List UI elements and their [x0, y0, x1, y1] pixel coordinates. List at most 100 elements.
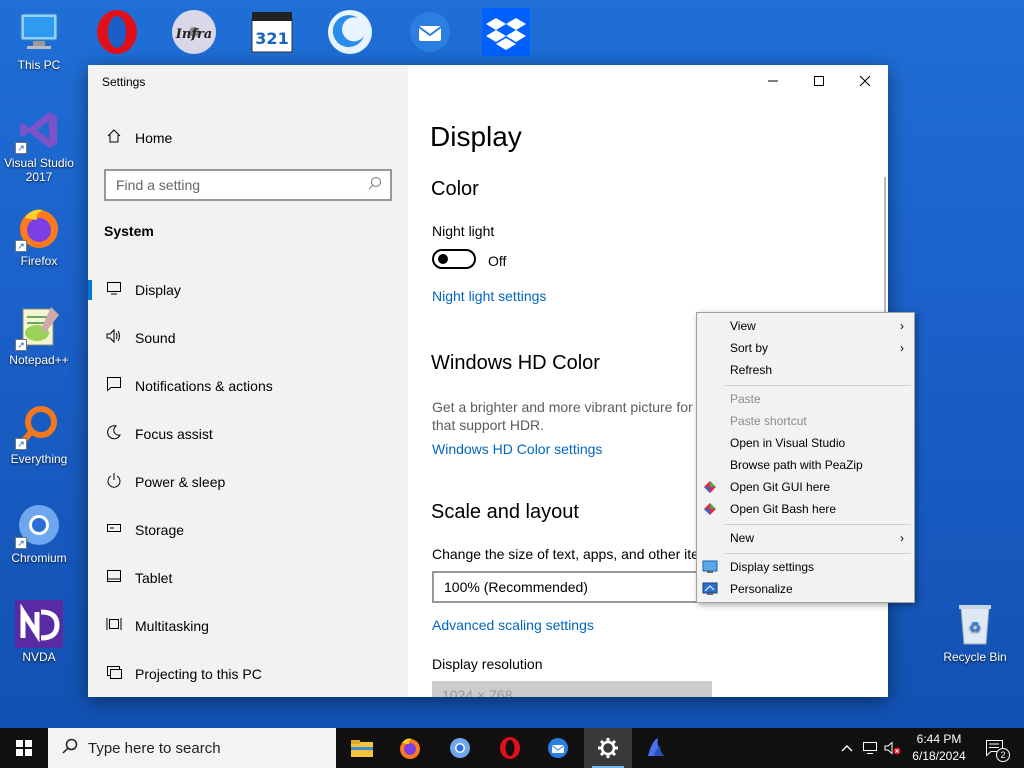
- firefox-icon: [400, 738, 420, 759]
- scale-value: 100% (Recommended): [444, 579, 588, 595]
- volume-muted-icon: [884, 741, 901, 755]
- menu-item-label: Sort by: [730, 341, 769, 355]
- taskbar-search-placeholder: Type here to search: [88, 739, 221, 757]
- hd-color-settings-link[interactable]: Windows HD Color settings: [432, 441, 602, 457]
- multitasking-icon: [104, 616, 124, 636]
- menu-item-browse-peazip[interactable]: Browse path with PeaZip: [697, 454, 914, 476]
- menu-item-display-settings[interactable]: Display settings: [697, 556, 914, 578]
- desktop-icon-label: Everything: [10, 452, 68, 466]
- tray-show-hidden-icons[interactable]: [838, 728, 856, 768]
- menu-item-git-bash[interactable]: Open Git Bash here: [697, 498, 914, 520]
- sidebar-item-display[interactable]: Display: [88, 270, 408, 310]
- taskbar-nvda[interactable]: [632, 728, 680, 768]
- scale-dropdown[interactable]: 100% (Recommended): [432, 571, 712, 603]
- taskbar-firefox[interactable]: [386, 728, 434, 768]
- desktop-icon-notepadpp[interactable]: ↗ Notepad++: [0, 303, 78, 367]
- menu-item-label: Open Git GUI here: [730, 480, 831, 494]
- desktop-icon-label: Notepad++: [9, 353, 69, 367]
- settings-icon: [598, 738, 618, 758]
- tray-volume[interactable]: [882, 728, 904, 768]
- menu-item-open-visual-studio[interactable]: Open in Visual Studio: [697, 432, 914, 454]
- menu-item-paste[interactable]: Paste: [697, 388, 914, 410]
- storage-icon: [104, 520, 124, 540]
- desktop-icon-mpc[interactable]: 321: [246, 6, 298, 58]
- advanced-scaling-link[interactable]: Advanced scaling settings: [432, 617, 594, 633]
- sidebar-item-home[interactable]: Home: [88, 118, 408, 158]
- taskbar-chromium[interactable]: [436, 728, 484, 768]
- menu-item-view[interactable]: View ›: [697, 315, 914, 337]
- sidebar-item-sound[interactable]: Sound: [88, 318, 408, 358]
- night-light-state: Off: [488, 253, 507, 269]
- taskbar-settings[interactable]: [584, 728, 632, 768]
- shortcut-arrow-icon: ↗: [15, 142, 27, 154]
- search-icon: [62, 738, 78, 758]
- sidebar-item-tablet[interactable]: Tablet: [88, 558, 408, 598]
- desktop-icon-visual-studio[interactable]: ↗ Visual Studio 2017: [0, 106, 78, 184]
- content-scrollbar[interactable]: [884, 177, 886, 317]
- taskbar-thunderbird[interactable]: [534, 728, 582, 768]
- sidebar-item-power-sleep[interactable]: Power & sleep: [88, 462, 408, 502]
- media-player-classic-icon: 321: [251, 12, 293, 53]
- maximize-button[interactable]: [796, 65, 842, 97]
- this-pc-icon: [15, 8, 63, 56]
- tray-network[interactable]: [860, 728, 880, 768]
- sidebar-item-storage[interactable]: Storage: [88, 510, 408, 550]
- desktop-icon-glary[interactable]: [324, 6, 376, 58]
- taskbar-file-explorer[interactable]: [338, 728, 386, 768]
- sidebar-item-focus-assist[interactable]: Focus assist: [88, 414, 408, 454]
- night-light-settings-link[interactable]: Night light settings: [432, 288, 546, 304]
- sidebar-item-projecting[interactable]: Projecting to this PC: [88, 654, 408, 694]
- desktop-icon-everything[interactable]: ↗ Everything: [0, 402, 78, 466]
- hd-color-heading: Windows HD Color: [431, 352, 600, 374]
- visual-studio-icon: ↗: [15, 106, 63, 154]
- git-icon: [704, 481, 716, 493]
- night-light-toggle[interactable]: [432, 249, 476, 269]
- window-title: Settings: [102, 75, 146, 89]
- taskbar-search-box[interactable]: Type here to search: [48, 728, 336, 768]
- color-heading: Color: [431, 178, 479, 200]
- desktop-icon-nvda[interactable]: NVDA: [0, 600, 78, 664]
- menu-item-refresh[interactable]: Refresh: [697, 359, 914, 381]
- everything-icon: ↗: [15, 402, 63, 450]
- taskbar-opera[interactable]: [486, 728, 534, 768]
- desktop-icon-chromium[interactable]: ↗ Chromium: [0, 501, 78, 565]
- menu-item-paste-shortcut[interactable]: Paste shortcut: [697, 410, 914, 432]
- power-icon: [104, 472, 124, 492]
- windows-logo-icon: [16, 740, 32, 756]
- minimize-button[interactable]: [750, 65, 796, 97]
- desktop-icon-recycle-bin[interactable]: ♻ Recycle Bin: [936, 600, 1014, 664]
- minimize-icon: [768, 80, 778, 82]
- menu-item-label: Paste: [730, 392, 761, 406]
- menu-separator: [725, 385, 911, 386]
- sidebar-item-label: Tablet: [135, 570, 173, 586]
- sidebar-item-notifications[interactable]: Notifications & actions: [88, 366, 408, 406]
- desktop-icon-label: Recycle Bin: [943, 650, 1007, 664]
- taskbar: Type here to search 6:44 PM 6/18/2024 2: [0, 728, 1024, 768]
- resolution-dropdown[interactable]: 1024 × 768: [432, 681, 712, 697]
- menu-item-git-gui[interactable]: Open Git GUI here: [697, 476, 914, 498]
- menu-item-personalize[interactable]: Personalize: [697, 578, 914, 600]
- desktop-icon-infrarecorder[interactable]: Infra: [168, 6, 220, 58]
- action-center-button[interactable]: 2: [980, 728, 1010, 768]
- menu-item-sort-by[interactable]: Sort by ›: [697, 337, 914, 359]
- desktop-icon-opera[interactable]: [91, 6, 143, 58]
- desktop-icon-dropbox[interactable]: [480, 6, 532, 58]
- desktop-icon-this-pc[interactable]: This PC: [0, 8, 78, 72]
- taskbar-clock[interactable]: 6:44 PM 6/18/2024: [905, 731, 973, 765]
- close-button[interactable]: [842, 65, 888, 97]
- menu-item-new[interactable]: New ›: [697, 527, 914, 549]
- display-resolution-label: Display resolution: [432, 656, 543, 672]
- shortcut-arrow-icon: ↗: [15, 537, 27, 549]
- find-setting-input[interactable]: Find a setting: [104, 169, 392, 201]
- desktop-icon-thunderbird[interactable]: [402, 6, 454, 58]
- desktop-icon-firefox[interactable]: ↗ Firefox: [0, 204, 78, 268]
- clock-time: 6:44 PM: [916, 732, 962, 746]
- desktop-icon-label: Firefox: [20, 254, 58, 268]
- scale-layout-heading: Scale and layout: [431, 501, 579, 523]
- desktop-icon-label: NVDA: [22, 650, 56, 664]
- network-icon: [863, 742, 877, 754]
- notification-icon: [104, 376, 124, 396]
- shortcut-arrow-icon: ↗: [15, 438, 27, 450]
- sidebar-item-multitasking[interactable]: Multitasking: [88, 606, 408, 646]
- start-button[interactable]: [0, 728, 48, 768]
